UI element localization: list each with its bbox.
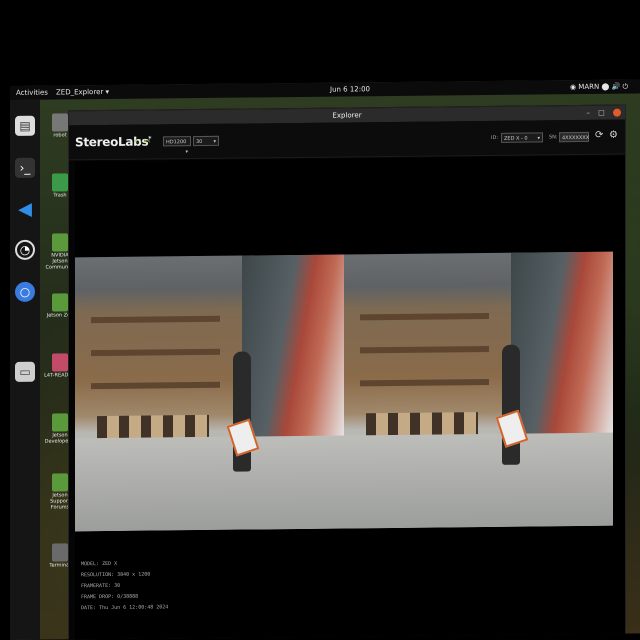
dock: ▤ ›_ ◀ ◔ ○ ▭ [10, 99, 40, 640]
camera-info-panel: MODEL: ZED X RESOLUTION: 3840 x 1200 FRA… [81, 558, 168, 614]
camera-viewer: MODEL: ZED X RESOLUTION: 3840 x 1200 FRA… [75, 155, 625, 640]
info-frame-drop: FRAME DROP: 0/38888 [81, 593, 139, 601]
building-facade [241, 254, 344, 448]
balcony-row [91, 348, 221, 357]
info-date: DATE: Thu Jun 6 12:00:48 2024 [81, 604, 169, 612]
info-model: MODEL: ZED X [81, 560, 118, 568]
terminal-launcher-icon [52, 543, 68, 562]
maximize-button[interactable]: □ [598, 109, 605, 117]
chevron-down-icon: ▾ [537, 135, 540, 142]
info-resolution: RESOLUTION: 3840 x 1200 [81, 571, 151, 579]
app-menu[interactable]: ZED_Explorer ▾ [56, 85, 109, 100]
balcony-row [360, 313, 490, 321]
sn-label: SN: [549, 134, 558, 141]
minimize-button[interactable]: – [586, 109, 590, 117]
balcony-row [360, 379, 490, 387]
desktop-item-label: Trash [53, 192, 67, 199]
chevron-down-icon: ▾ [185, 149, 188, 156]
stereo-image [75, 251, 613, 532]
system-tray[interactable]: ◉ MARN ⬤ 🔊 ⏻ [570, 80, 628, 95]
desktop-item-label: robot [53, 132, 67, 139]
vscode-icon[interactable]: ◀ [15, 199, 35, 220]
serial-value: 4XXXXXXX [562, 134, 590, 142]
resolution-value: HD1200 [166, 139, 187, 146]
link-file-icon [52, 473, 68, 492]
desktop-item-label: Jetson Support Forums [50, 492, 70, 511]
fps-value: 30 [196, 138, 203, 146]
refresh-icon[interactable]: ⟳ [595, 130, 605, 142]
chromium-icon[interactable]: ○ [15, 281, 35, 302]
fps-select[interactable]: 30 ▾ [193, 135, 219, 147]
right-camera-view [344, 251, 613, 529]
clock[interactable]: Jun 6 12:00 [330, 82, 370, 96]
balcony-row [91, 316, 221, 324]
chevron-down-icon: ▾ [213, 138, 216, 145]
explorer-toolbar: StereoLabs* 4.1.XX HD1200 ▾ 30 ▾ ID: ZED X… [69, 119, 625, 161]
link-file-icon [52, 413, 68, 432]
link-file-icon [52, 293, 68, 312]
building-facade [510, 251, 613, 445]
files-icon[interactable]: ▤ [15, 115, 35, 136]
serial-field[interactable]: 4XXXXXXX [559, 131, 590, 143]
explorer-window: Explorer – □ StereoLabs* 4.1.XX HD1200 ▾ … [68, 104, 626, 640]
camera-select-value: ZED X - 0 [504, 135, 528, 142]
activities-button[interactable]: Activities [16, 86, 48, 100]
settings-gear-icon[interactable]: ⚙ [609, 130, 619, 142]
home-folder-icon [52, 113, 68, 132]
close-button[interactable] [613, 108, 621, 117]
trash-icon [52, 173, 68, 192]
camera-select[interactable]: ZED X - 0 ▾ [501, 132, 543, 143]
window-title: Explorer [332, 111, 362, 120]
floor [344, 432, 613, 529]
balcony-row [360, 346, 490, 354]
left-camera-view [75, 254, 344, 532]
terminal-icon[interactable]: ›_ [15, 157, 35, 178]
drive-icon[interactable]: ▭ [15, 361, 35, 382]
info-framerate: FRAMERATE: 30 [81, 582, 121, 590]
obs-icon[interactable]: ◔ [15, 239, 35, 260]
version-label: 4.1.XX [134, 138, 151, 145]
readme-drive-icon [52, 353, 68, 372]
resolution-select[interactable]: HD1200 ▾ [163, 136, 191, 155]
monitor-screen: Activities ZED_Explorer ▾ Jun 6 12:00 ◉ … [10, 79, 640, 640]
balcony-row [91, 381, 221, 390]
link-file-icon [52, 233, 68, 252]
id-label: ID: [491, 134, 499, 141]
floor [75, 435, 344, 532]
